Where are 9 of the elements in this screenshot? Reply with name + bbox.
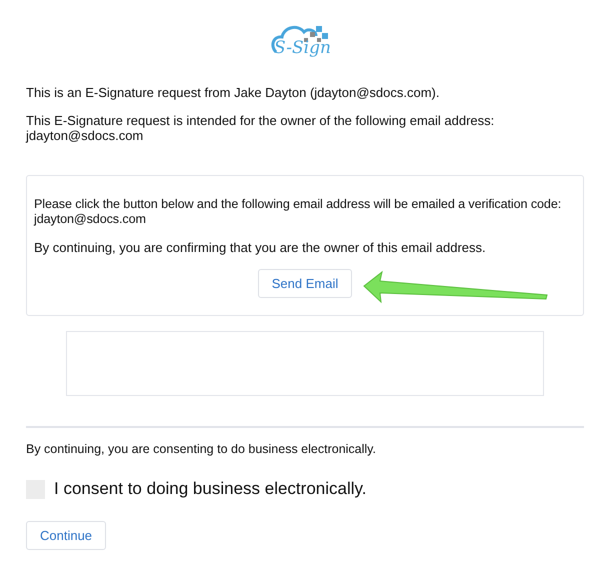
continue-button[interactable]: Continue <box>26 521 106 550</box>
intro-text: This is an E-Signature request from Jake Dayton (jdayton@sdocs.com). <box>26 85 440 100</box>
card-text: By continuing, you are confirming that you are the owner of this email address. <box>34 240 487 255</box>
consent-label: I consent to doing business electronically. <box>54 479 366 499</box>
consent-notice: By continuing, you are consenting to do business electronically. <box>26 442 377 457</box>
intro-text: This E-Signature request is intended for the owner of the following email address: jdayton@sdocs.com <box>26 113 496 143</box>
card-text: Please click the button below and the following email address will be emailed a verification code: jdayton@sdocs.com <box>34 197 562 227</box>
send-email-button[interactable]: Send Email <box>258 269 352 298</box>
logo-text: S-Sign <box>274 40 331 57</box>
